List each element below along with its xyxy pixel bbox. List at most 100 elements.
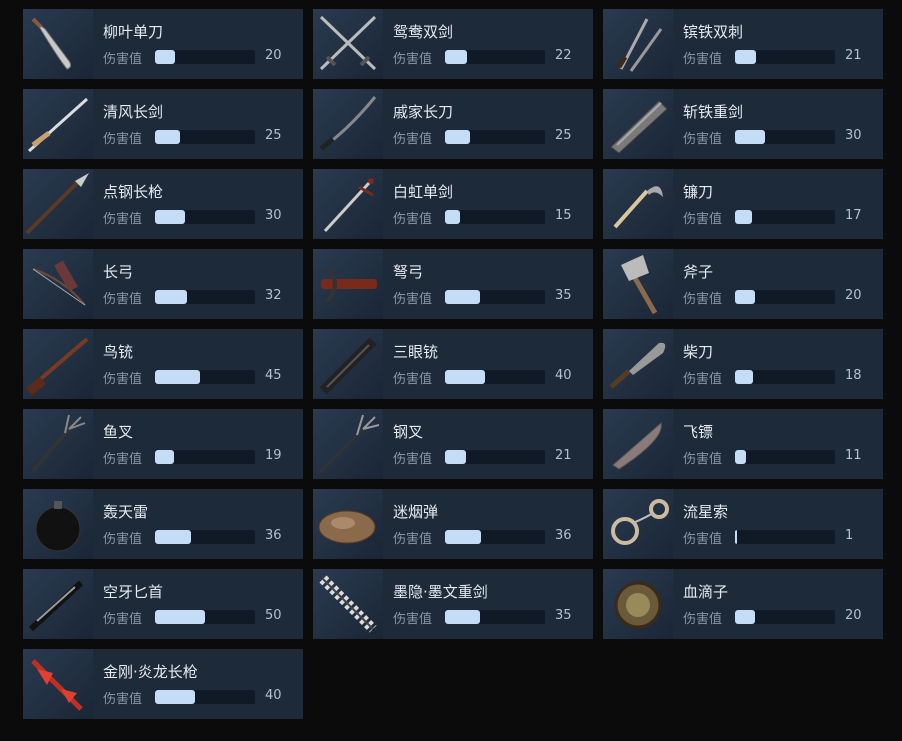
damage-bar-fill <box>445 530 481 544</box>
bow-icon <box>23 249 93 319</box>
damage-label: 伤害值 <box>683 372 723 387</box>
weapon-card[interactable]: 空牙匕首 伤害值 50 <box>23 569 303 639</box>
weapon-name: 斧子 <box>683 263 714 281</box>
weapon-card[interactable]: 柳叶单刀 伤害值 20 <box>23 9 303 79</box>
blood-drop-icon <box>603 569 673 639</box>
damage-bar-fill <box>445 130 470 144</box>
weapon-card[interactable]: 斩铁重剑 伤害值 30 <box>603 89 883 159</box>
weapon-name: 点钢长枪 <box>103 183 164 201</box>
damage-bar-fill <box>735 210 752 224</box>
damage-bar-fill <box>155 370 200 384</box>
damage-label: 伤害值 <box>683 292 723 307</box>
heavy-sword-icon <box>603 89 673 159</box>
damage-label: 伤害值 <box>103 612 143 627</box>
damage-label: 伤害值 <box>393 532 433 547</box>
damage-bar-fill <box>735 50 756 64</box>
damage-bar <box>735 370 835 384</box>
weapon-card[interactable]: 白虹单剑 伤害值 15 <box>313 169 593 239</box>
weapon-card[interactable]: 弩弓 伤害值 35 <box>313 249 593 319</box>
weapon-card[interactable]: 清风长剑 伤害值 25 <box>23 89 303 159</box>
damage-bar <box>445 50 545 64</box>
damage-bar <box>445 530 545 544</box>
damage-value: 30 <box>265 208 282 223</box>
weapon-card[interactable]: 金刚·炎龙长枪 伤害值 40 <box>23 649 303 719</box>
damage-bar-fill <box>445 50 467 64</box>
weapon-card[interactable]: 镰刀 伤害值 17 <box>603 169 883 239</box>
damage-label: 伤害值 <box>393 132 433 147</box>
weapon-name: 柳叶单刀 <box>103 23 164 41</box>
weapon-name: 弩弓 <box>393 263 424 281</box>
damage-label: 伤害值 <box>393 452 433 467</box>
damage-value: 22 <box>555 48 572 63</box>
weapon-card[interactable]: 迷烟弹 伤害值 36 <box>313 489 593 559</box>
damage-bar <box>155 370 255 384</box>
weapon-name: 斩铁重剑 <box>683 103 744 121</box>
damage-label: 伤害值 <box>103 372 143 387</box>
dart-blade-icon <box>603 409 673 479</box>
flame-dragon-spear-icon <box>23 649 93 719</box>
damage-value: 32 <box>265 288 282 303</box>
weapon-name: 长弓 <box>103 263 134 281</box>
damage-value: 50 <box>265 608 282 623</box>
weapon-card[interactable]: 斧子 伤害值 20 <box>603 249 883 319</box>
damage-bar-fill <box>155 290 187 304</box>
damage-value: 15 <box>555 208 572 223</box>
damage-value: 17 <box>845 208 862 223</box>
damage-value: 25 <box>265 128 282 143</box>
weapon-name: 血滴子 <box>683 583 729 601</box>
damage-bar-fill <box>735 370 753 384</box>
weapon-card[interactable]: 三眼铳 伤害值 40 <box>313 329 593 399</box>
damage-bar-fill <box>445 370 485 384</box>
weapon-card[interactable]: 飞镖 伤害值 11 <box>603 409 883 479</box>
weapon-card[interactable]: 戚家长刀伤害值 25 <box>313 89 593 159</box>
damage-value: 19 <box>265 448 282 463</box>
crossbow-icon <box>313 249 383 319</box>
damage-bar <box>155 130 255 144</box>
weapon-name: 鱼叉 <box>103 423 134 441</box>
smoke-bomb-icon <box>313 489 383 559</box>
weapon-card[interactable]: 点钢长枪 伤害值 30 <box>23 169 303 239</box>
sword-icon <box>313 169 383 239</box>
damage-value: 25 <box>555 128 572 143</box>
damage-bar <box>735 530 835 544</box>
weapon-card[interactable]: 钢叉 伤害值 21 <box>313 409 593 479</box>
damage-label: 伤害值 <box>683 52 723 67</box>
weapon-name: 白虹单剑 <box>393 183 454 201</box>
weapon-card[interactable]: 鸟铳 伤害值 45 <box>23 329 303 399</box>
weapon-card[interactable]: 鸳鸯双剑 伤害值 22 <box>313 9 593 79</box>
dagger-icon <box>23 569 93 639</box>
damage-label: 伤害值 <box>103 452 143 467</box>
damage-label: 伤害值 <box>683 132 723 147</box>
weapon-card[interactable]: 镔铁双刺 伤害值 21 <box>603 9 883 79</box>
damage-label: 伤害值 <box>393 372 433 387</box>
weapon-card[interactable]: 流星索 伤害值 1 <box>603 489 883 559</box>
damage-label: 伤害值 <box>103 132 143 147</box>
damage-bar-fill <box>155 610 205 624</box>
meteor-rope-icon <box>603 489 673 559</box>
damage-value: 35 <box>555 288 572 303</box>
weapon-name: 鸳鸯双剑 <box>393 23 454 41</box>
damage-bar-fill <box>155 210 185 224</box>
weapon-card[interactable]: 长弓 伤害值 32 <box>23 249 303 319</box>
triple-barrel-gun-icon <box>313 329 383 399</box>
long-sword-icon <box>23 89 93 159</box>
damage-bar <box>735 210 835 224</box>
damage-bar <box>735 450 835 464</box>
damage-label: 伤害值 <box>683 612 723 627</box>
damage-label: 伤害值 <box>103 692 143 707</box>
weapon-name: 墨隐·墨文重剑 <box>393 583 488 601</box>
weapon-card[interactable]: 血滴子 伤害值 20 <box>603 569 883 639</box>
weapon-card[interactable]: 墨隐·墨文重剑 伤害值 35 <box>313 569 593 639</box>
weapon-card[interactable]: 柴刀 伤害值 18 <box>603 329 883 399</box>
weapon-name: 轰天雷 <box>103 503 149 521</box>
weapon-name: 鸟铳 <box>103 343 134 361</box>
weapon-name: 戚家长刀 <box>393 103 454 121</box>
weapon-name: 迷烟弹 <box>393 503 439 521</box>
damage-bar-fill <box>155 450 174 464</box>
axe-icon <box>603 249 673 319</box>
weapon-card[interactable]: 轰天雷 伤害值 36 <box>23 489 303 559</box>
weapon-name: 金刚·炎龙长枪 <box>103 663 198 681</box>
damage-bar <box>735 290 835 304</box>
crossed-swords-icon <box>313 9 383 79</box>
weapon-card[interactable]: 鱼叉伤害值 19 <box>23 409 303 479</box>
